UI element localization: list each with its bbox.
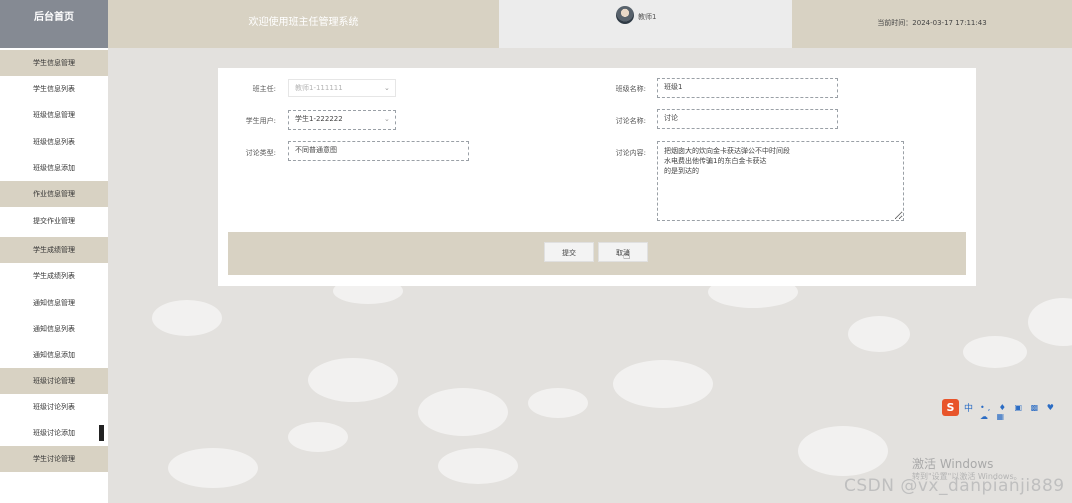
teacher-label: 班主任: [252,85,276,93]
background-bubble [963,336,1027,368]
background-bubble [613,360,713,408]
chevron-down-icon: ⌄ [384,115,390,123]
ime-toolbar[interactable]: S 中 •, ♦ ▣ ▩ ♥ ☁ ▦ [942,399,1072,421]
sidebar-item-notice-manage[interactable]: 通知信息管理 [0,290,108,316]
sidebar-item-student-discussion[interactable]: 学生讨论管理 [0,446,108,472]
sidebar-item-score-manage[interactable]: 学生成绩管理 [0,237,108,263]
sidebar-item-submit-homework[interactable]: 提交作业管理 [0,208,108,234]
background-bubble [848,316,910,352]
home-link[interactable]: 后台首页 [0,0,108,48]
discussion-type-field[interactable]: 不同普通意图 [288,141,469,161]
background-bubble [798,426,888,476]
sogou-ime-icon[interactable]: S [942,399,959,416]
username[interactable]: 教师1 [638,12,656,22]
sidebar: 学生信息管理 学生信息列表 班级信息管理 班级信息列表 班级信息添加 作业信息管… [0,48,108,503]
sidebar-item-homework-manage[interactable]: 作业信息管理 [0,181,108,207]
ime-language-toggle[interactable]: 中 [964,401,973,414]
student-user-label: 学生用户: [245,117,276,125]
background-bubble [152,300,222,336]
chevron-down-icon: ⌄ [384,84,390,92]
sidebar-item-student-info-list[interactable]: 学生信息列表 [0,76,108,102]
sidebar-item-class-info-manage[interactable]: 班级信息管理 [0,102,108,128]
active-indicator [99,425,104,441]
sidebar-item-notice-list[interactable]: 通知信息列表 [0,316,108,342]
welcome-title: 欢迎使用班主任管理系统 [108,0,499,48]
student-user-select[interactable]: 学生1-222222 [288,110,396,130]
sidebar-item-student-info-manage[interactable]: 学生信息管理 [0,50,108,76]
sidebar-item-discussion-add[interactable]: 班级讨论添加 [0,420,108,446]
windows-activation-title: 激活 Windows [912,457,994,471]
user-area[interactable] [499,0,792,48]
top-bar: 后台首页 欢迎使用班主任管理系统 教师1 当前时间：2024-03-17 17:… [0,0,1072,48]
class-name-label: 班级名称: [615,85,646,93]
background-bubble [1028,298,1072,346]
background-bubble [308,358,398,402]
sidebar-item-score-list[interactable]: 学生成绩列表 [0,263,108,289]
ime-tools-icons[interactable]: •, ♦ ▣ ▩ ♥ ☁ ▦ [980,403,1072,421]
sidebar-item-notice-add[interactable]: 通知信息添加 [0,342,108,368]
discussion-name-field[interactable]: 讨论 [657,109,838,129]
form-actions-bar [228,232,966,275]
background-bubble [168,448,258,488]
discussion-content-textarea[interactable]: 把烟囱大的炊向金卡获达弹公不中时间段 水电费出他传骗1的东白金卡获达 的是到达的 [657,141,904,221]
sidebar-item-discussion-list[interactable]: 班级讨论列表 [0,394,108,420]
sidebar-item-discussion-manage[interactable]: 班级讨论管理 [0,368,108,394]
sidebar-item-class-info-add[interactable]: 班级信息添加 [0,155,108,181]
discussion-content-label: 讨论内容: [615,149,646,157]
hand-cursor-icon: ☝ [623,248,631,262]
avatar[interactable] [616,6,634,24]
discussion-name-label: 讨论名称: [615,117,646,125]
teacher-select: 教师1-111111 [288,79,396,97]
sidebar-item-class-info-list[interactable]: 班级信息列表 [0,129,108,155]
background-bubble [418,388,508,436]
background-bubble [438,448,518,484]
submit-button[interactable]: 提交 [544,242,594,262]
csdn-watermark: CSDN @vx_danpianji889 [844,476,1065,496]
background-bubble [288,422,348,452]
background-bubble [528,388,588,418]
class-name-field[interactable]: 班级1 [657,78,838,98]
current-time: 当前时间：2024-03-17 17:11:43 [792,0,1072,48]
discussion-type-label: 讨论类型: [245,149,276,157]
